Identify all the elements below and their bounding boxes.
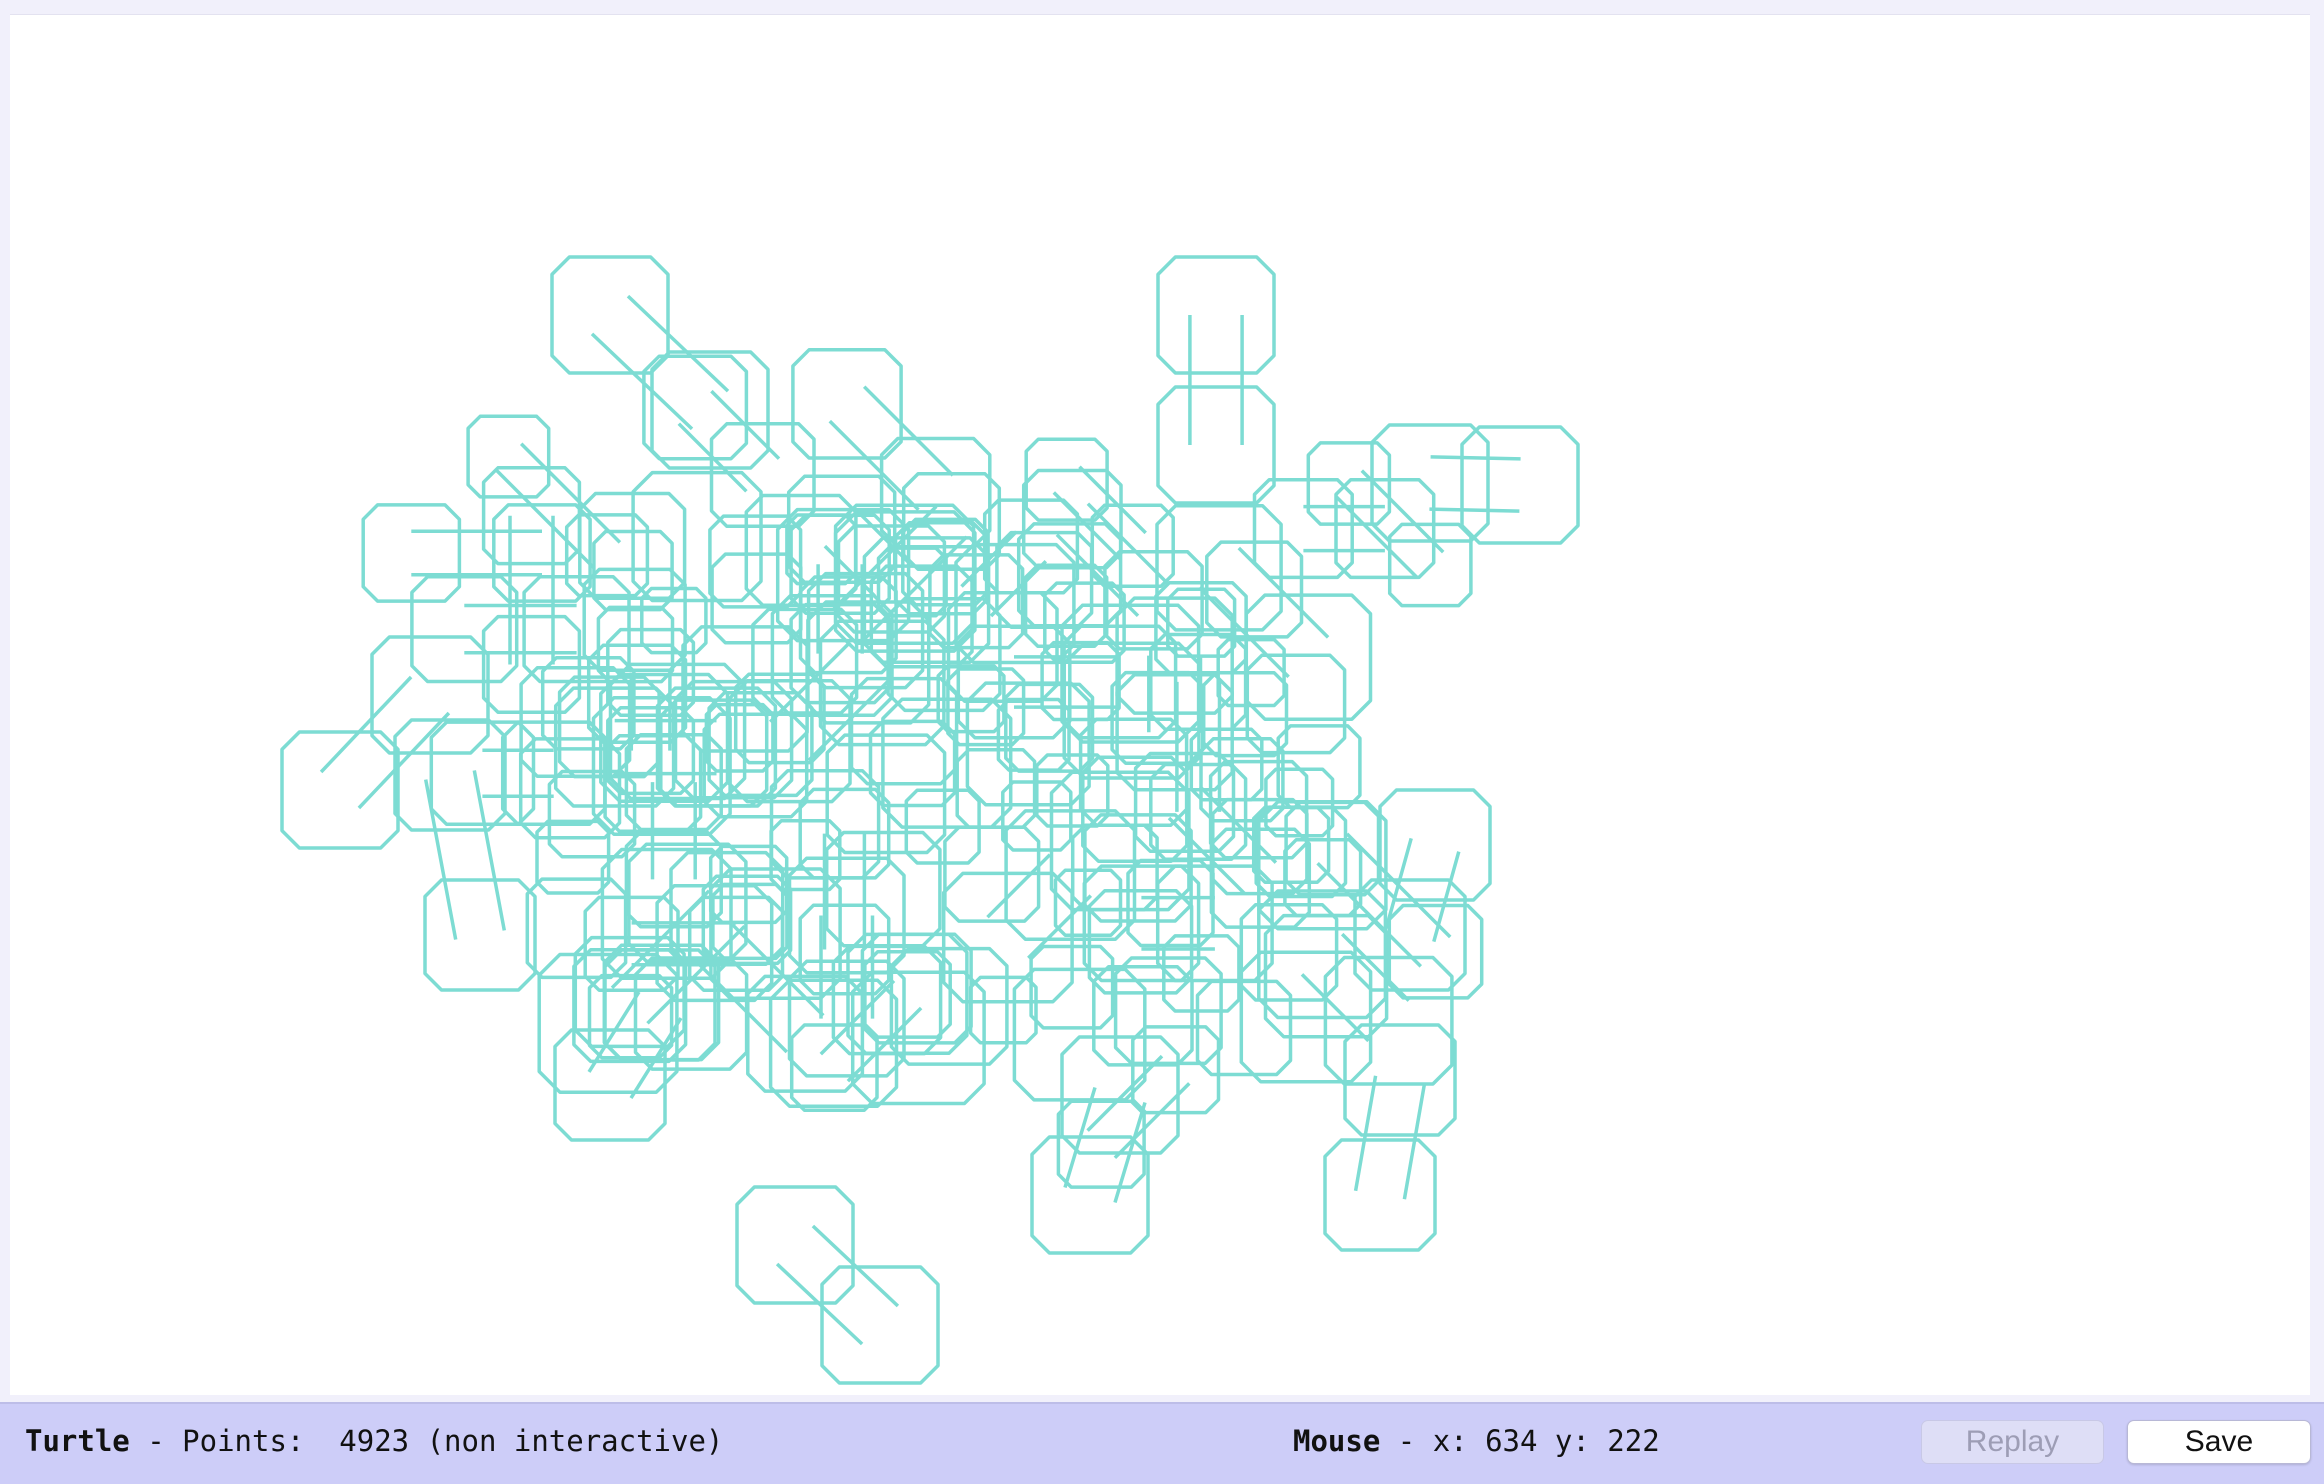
turtle-octagon — [642, 354, 749, 461]
turtle-drawing — [280, 255, 1580, 1385]
points-readout: - Points: 4923 (non interactive) — [129, 1424, 724, 1458]
turtle-octagon — [1460, 425, 1580, 545]
turtle-segment — [1432, 851, 1461, 943]
turtle-octagon — [550, 255, 670, 375]
save-button[interactable]: Save — [2127, 1420, 2311, 1464]
turtle-octagon — [1087, 889, 1194, 995]
turtle-octagon — [1082, 864, 1201, 983]
turtle-segment — [590, 332, 694, 431]
mouse-coordinates: - x: 634 y: 222 — [1380, 1424, 1660, 1458]
turtle-octagon — [1155, 503, 1283, 632]
turtle-status: Turtle - Points: 4923 (non interactive) — [25, 1424, 723, 1458]
mouse-status: Mouse - x: 634 y: 222 — [1293, 1424, 1660, 1458]
turtle-segment — [1429, 507, 1520, 513]
turtle-octagon — [423, 878, 537, 992]
turtle-segment — [986, 853, 1052, 919]
turtle-octagon — [1276, 724, 1362, 810]
turtle-octagon — [624, 830, 723, 929]
turtle-segment — [472, 770, 507, 931]
turtle-octagon — [1156, 255, 1276, 375]
turtle-segment — [862, 385, 955, 477]
status-bar: Turtle - Points: 4923 (non interactive) … — [0, 1402, 2324, 1484]
turtle-octagon — [1257, 800, 1388, 931]
turtle-label: Turtle — [25, 1424, 130, 1458]
mouse-label: Mouse — [1293, 1424, 1381, 1458]
replay-button[interactable]: Replay — [1921, 1420, 2104, 1464]
turtle-octagon — [466, 414, 551, 499]
turtle-octagon — [361, 503, 462, 603]
turtle-octagon — [1156, 385, 1276, 505]
turtle-segment — [646, 924, 746, 1025]
turtle-octagon — [1387, 903, 1484, 1000]
turtle-path-group — [280, 255, 1580, 1385]
turtle-segment — [1237, 546, 1330, 639]
turtle-octagon — [1323, 1138, 1437, 1252]
turtle-octagon — [1244, 593, 1373, 721]
turtle-segment — [1430, 455, 1521, 461]
turtle-octagon — [863, 949, 952, 1039]
turtle-segment — [1345, 832, 1452, 939]
turtle-octagon — [280, 730, 400, 850]
turtle-octagon — [1024, 437, 1109, 522]
turtle-octagon — [791, 348, 903, 460]
drawing-canvas[interactable] — [10, 14, 2310, 1395]
